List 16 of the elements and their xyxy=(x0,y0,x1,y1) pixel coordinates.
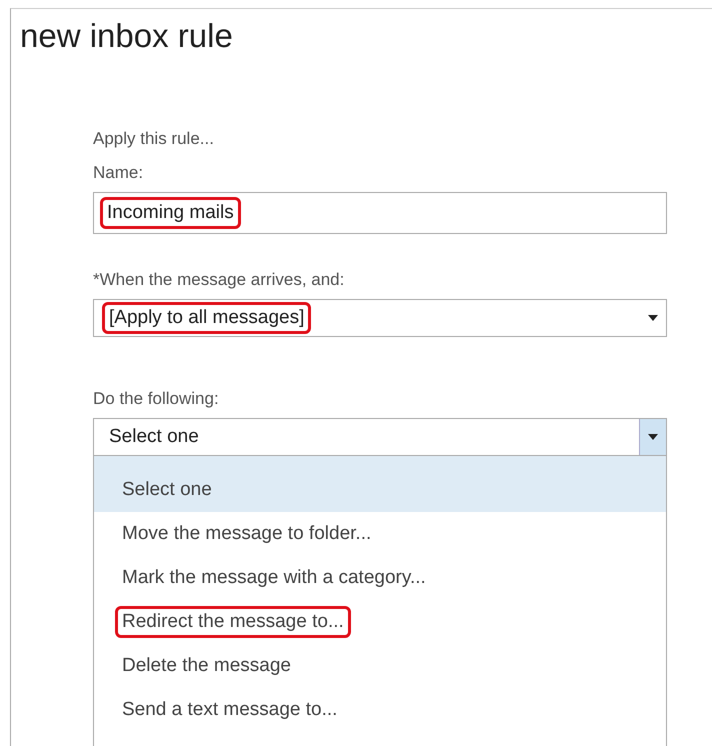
section-heading: Apply this rule... xyxy=(93,129,215,149)
dropdown-option[interactable]: Delete the message xyxy=(94,644,666,688)
dropdown-option[interactable]: Mark the message with a category... xyxy=(94,556,666,600)
field-label: *When the message arrives, and: xyxy=(93,270,346,290)
name-field[interactable]: Incoming mails xyxy=(93,192,667,234)
field-label: Name: xyxy=(93,163,144,183)
dropdown-option[interactable]: Move the message to folder... xyxy=(94,512,666,556)
page-title: new inbox rule xyxy=(19,16,233,55)
dropdown[interactable]: [Apply to all messages] xyxy=(93,299,667,337)
field-label: Do the following: xyxy=(93,389,220,409)
caret-icon xyxy=(648,315,658,321)
caret-icon xyxy=(648,434,658,440)
dropdown[interactable]: Select one xyxy=(93,418,667,456)
dropdown-option[interactable]: Select one xyxy=(94,456,666,512)
dropdown-option[interactable]: Redirect the message to... xyxy=(94,600,666,644)
dropdown-option[interactable]: Send a text message to... xyxy=(94,688,666,732)
